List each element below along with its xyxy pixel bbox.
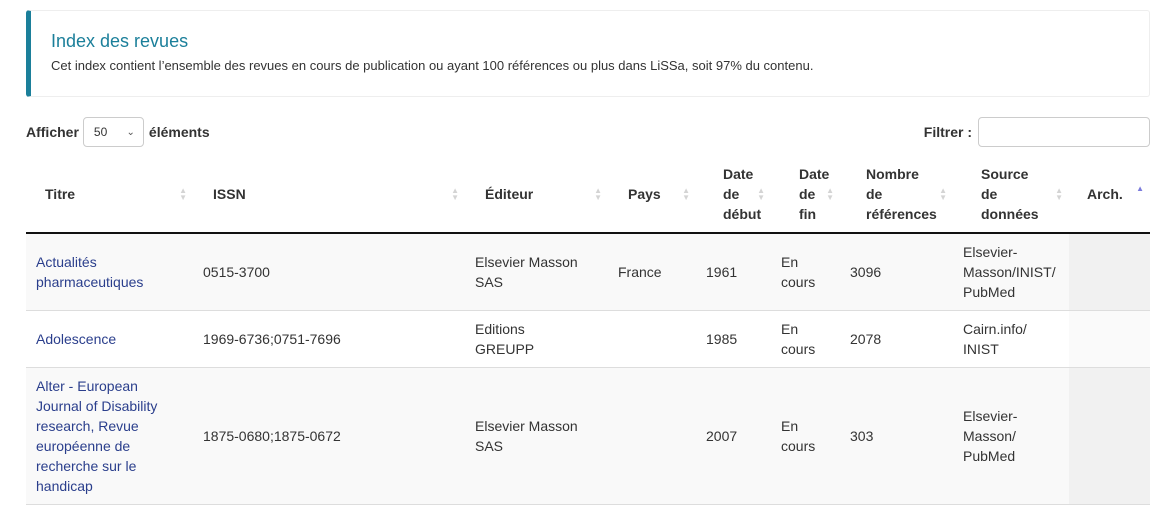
table-header-row: Titre ▲ ▼ ISSN ▲ ▼ Éditeur ▲ ▼ Pays ▲ ▼ Date…: [26, 155, 1150, 234]
sort-both-icon: ▲ ▼: [594, 185, 602, 202]
column-label: Éditeur: [485, 185, 534, 202]
column-label: ISSN: [213, 185, 246, 202]
column-label: Date de fin: [799, 165, 830, 222]
cell-country: [608, 367, 696, 505]
cell-issn: 1969-6736;0751-7696: [193, 310, 465, 368]
table-row: Actualités pharmaceutiques 0515-3700 Els…: [26, 233, 1150, 311]
journal-title-link[interactable]: Adolescence: [36, 331, 116, 347]
column-header-country[interactable]: Pays ▲ ▼: [608, 155, 696, 234]
cell-data-source: Elsevier-Masson/INIST/ PubMed: [953, 233, 1069, 311]
sort-both-icon: ▲ ▼: [682, 185, 690, 202]
column-label: Pays: [628, 185, 661, 202]
column-header-reference-count[interactable]: Nombre de références ▲ ▼: [840, 155, 953, 234]
sort-both-icon: ▲ ▼: [179, 185, 187, 202]
column-label: Nombre de références: [866, 165, 937, 222]
sort-both-icon: ▲ ▼: [1055, 185, 1063, 202]
cell-issn: 0515-3700: [193, 233, 465, 311]
page-title: Index des revues: [51, 31, 189, 51]
column-label: Source de données: [981, 165, 1039, 222]
length-label-before: Afficher: [26, 124, 79, 140]
filter-control: Filtrer :: [924, 117, 1150, 147]
page-length-select[interactable]: 50 ⌄: [82, 117, 144, 147]
cell-start-date: 1985: [696, 310, 771, 368]
journal-title-link[interactable]: Alter - European Journal of Disability r…: [36, 378, 157, 494]
sort-ascending-icon: ▲: [1136, 184, 1144, 193]
cell-end-date: En cours: [771, 367, 840, 505]
sort-both-icon: ▲ ▼: [757, 185, 765, 202]
sort-both-icon: ▲ ▼: [939, 185, 947, 202]
cell-reference-count: 303: [840, 367, 953, 505]
filter-label: Filtrer :: [923, 124, 972, 140]
journal-title-link[interactable]: Actualités pharmaceutiques: [36, 254, 143, 290]
sort-both-icon: ▲ ▼: [826, 185, 834, 202]
table-row: Alter - European Journal of Disability r…: [26, 367, 1150, 505]
cell-start-date: 1961: [696, 233, 771, 311]
cell-publisher: Elsevier Masson SAS: [465, 367, 608, 505]
cell-archive: [1069, 233, 1150, 311]
cell-end-date: En cours: [771, 233, 840, 311]
column-label: Titre: [45, 185, 76, 202]
cell-data-source: Cairn.info/ INIST: [953, 310, 1069, 368]
column-header-title[interactable]: Titre ▲ ▼: [26, 155, 193, 234]
cell-title: Alter - European Journal of Disability r…: [26, 367, 193, 505]
cell-end-date: En cours: [771, 310, 840, 368]
page-description: Cet index contient l’ensemble des revues…: [51, 58, 814, 73]
page-length-value: 50: [93, 125, 108, 139]
column-header-end-date[interactable]: Date de fin ▲ ▼: [771, 155, 840, 234]
column-header-publisher[interactable]: Éditeur ▲ ▼: [465, 155, 608, 234]
column-header-start-date[interactable]: Date de début ▲ ▼: [696, 155, 771, 234]
column-header-data-source[interactable]: Source de données ▲ ▼: [953, 155, 1069, 234]
journals-table: Titre ▲ ▼ ISSN ▲ ▼ Éditeur ▲ ▼ Pays ▲ ▼ Date…: [26, 155, 1150, 505]
cell-country: France: [608, 233, 696, 311]
column-header-archive[interactable]: Arch. ▲: [1069, 155, 1150, 234]
cell-publisher: Editions GREUPP: [465, 310, 608, 368]
cell-reference-count: 3096: [840, 233, 953, 311]
filter-input[interactable]: [978, 117, 1150, 147]
cell-start-date: 2007: [696, 367, 771, 505]
table-row: Adolescence 1969-6736;0751-7696 Editions…: [26, 310, 1150, 368]
sort-both-icon: ▲ ▼: [451, 185, 459, 202]
cell-publisher: Elsevier Masson SAS: [465, 233, 608, 311]
cell-data-source: Elsevier-Masson/ PubMed: [953, 367, 1069, 505]
cell-country: [608, 310, 696, 368]
cell-archive: [1069, 367, 1150, 505]
info-callout: Index des revues Cet index contient l’en…: [26, 10, 1150, 97]
page-length-control: Afficher 50 ⌄ éléments: [26, 117, 210, 147]
column-header-issn[interactable]: ISSN ▲ ▼: [193, 155, 465, 234]
column-label: Date de début: [723, 165, 762, 222]
length-label-after: éléments: [148, 124, 210, 140]
chevron-down-icon: ⌄: [126, 126, 135, 138]
cell-issn: 1875-0680;1875-0672: [193, 367, 465, 505]
column-label: Arch.: [1087, 185, 1123, 202]
cell-title: Adolescence: [26, 310, 193, 368]
cell-archive: [1069, 310, 1150, 368]
cell-title: Actualités pharmaceutiques: [26, 233, 193, 311]
cell-reference-count: 2078: [840, 310, 953, 368]
